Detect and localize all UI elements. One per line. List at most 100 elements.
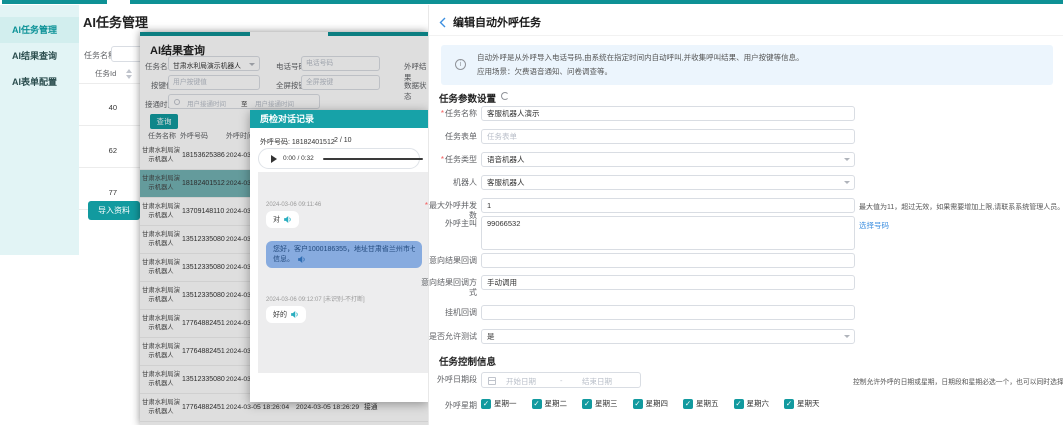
required-mark: * — [441, 155, 444, 164]
qc-phone-value: 18182401512 — [292, 139, 335, 146]
edit-outbound-task-page: 编辑自动外呼任务 i 自动外呼是从外呼导入电话号码,由系统在指定时间内自动呼叫,… — [428, 5, 1063, 425]
intent-callback-mode-select[interactable] — [481, 275, 855, 290]
form-row-robot: 机器人 — [429, 175, 1063, 191]
sidebar: AI任务管理 AI结果查询 AI表单配置 — [0, 5, 79, 425]
app-root: AI任务管理 AI结果查询 AI表单配置 AI任务管理 任务名称 任务Id 40… — [0, 0, 1063, 425]
checkbox-checked-icon[interactable]: ✓ — [734, 399, 744, 409]
checkbox-checked-icon[interactable]: ✓ — [582, 399, 592, 409]
field-label: 是否允许测试 — [421, 332, 477, 342]
sidebar-item-ai-form-config[interactable]: AI表单配置 — [0, 69, 79, 95]
form-row-allow-test: 是否允许测试 — [429, 329, 1063, 345]
field-label: 意向结果回调方式 — [421, 278, 477, 298]
chat-timestamp: 2024-03-06 09:11:46 — [266, 202, 428, 208]
weekday-checkbox-item[interactable]: ✓星期四 — [633, 398, 669, 409]
weekday-checkbox-item[interactable]: ✓星期二 — [532, 398, 568, 409]
page-title-task-management: AI任务管理 — [83, 12, 148, 31]
chat-bubble-white: 好的 — [266, 306, 306, 323]
required-mark: * — [441, 109, 444, 118]
info-alert: i 自动外呼是从外呼导入电话号码,由系统在指定时间内自动呼叫,并收集呼叫结果、用… — [441, 45, 1053, 85]
progress-bar[interactable] — [323, 158, 423, 160]
calendar-icon — [488, 377, 496, 385]
checkbox-checked-icon[interactable]: ✓ — [532, 399, 542, 409]
import-data-button[interactable]: 导入资料 — [88, 201, 140, 220]
task-id-column-header[interactable]: 任务Id — [95, 68, 116, 79]
page-title-edit-task: 编辑自动外呼任务 — [453, 14, 541, 30]
field-label: 外呼主叫 — [421, 219, 477, 229]
task-name-field[interactable] — [481, 106, 855, 121]
field-label: 外呼星期 — [421, 401, 477, 411]
field-label: *任务名称 — [421, 109, 477, 119]
end-date-placeholder: 结束日期 — [582, 376, 612, 387]
robot-select[interactable] — [481, 175, 855, 190]
field-label: 机器人 — [421, 178, 477, 188]
qc-dialog: 质检对话记录 外呼号码: 18182401512 2 / 10 0:00 / 0… — [250, 110, 428, 402]
qc-dialog-header: 质检对话记录 — [250, 110, 428, 128]
qc-phone-label: 外呼号码: — [260, 139, 290, 146]
field-label: *任务类型 — [421, 155, 477, 165]
max-concurrency-field[interactable] — [481, 198, 855, 213]
required-mark: * — [425, 201, 428, 210]
speaker-icon[interactable] — [297, 255, 306, 264]
refresh-icon[interactable] — [501, 92, 509, 100]
date-range-hint: 控制允许外呼的日期或星期，日期段和星期必选一个，也可以同时选择 — [853, 376, 1063, 386]
weekday-checkboxes: ✓星期一✓星期二✓星期三✓星期四✓星期五✓星期六✓星期天 — [481, 398, 835, 409]
select-number-link[interactable]: 选择号码 — [859, 220, 889, 231]
weekday-checkbox-item[interactable]: ✓星期一 — [481, 398, 517, 409]
chat-bubble-white: 对 — [266, 211, 299, 228]
sidebar-item-ai-result-query[interactable]: AI结果查询 — [0, 43, 79, 69]
qc-pager: 2 / 10 — [334, 137, 352, 144]
chat-bubble-blue: 您好，客户1000186355，地址甘肃省兰州市七里河区西信息。 — [266, 241, 422, 268]
weekday-checkbox-item[interactable]: ✓星期三 — [582, 398, 618, 409]
field-label: 挂机回调 — [421, 308, 477, 318]
section-title-task-params: 任务参数设置 — [439, 91, 496, 105]
checkbox-checked-icon[interactable]: ✓ — [633, 399, 643, 409]
weekday-label: 星期四 — [646, 398, 669, 409]
top-accent-bar-left — [2, 0, 107, 4]
divider — [79, 167, 140, 168]
hangup-callback-field[interactable] — [481, 305, 855, 320]
weekday-checkbox-item[interactable]: ✓星期天 — [784, 398, 820, 409]
task-id-cell: 77 — [87, 188, 117, 197]
info-line1: 自动外呼是从外呼导入电话号码,由系统在指定时间内自动呼叫,并收集呼叫结果、用户按… — [477, 51, 804, 65]
task-id-cell: 40 — [87, 103, 117, 112]
weekday-label: 星期二 — [545, 398, 568, 409]
weekday-checkbox-item[interactable]: ✓星期五 — [683, 398, 719, 409]
player-time: 0:00 / 0:32 — [283, 155, 314, 162]
field-label: 意向结果回调 — [421, 256, 477, 266]
qc-phone-line: 外呼号码: 18182401512 — [260, 137, 335, 147]
weekday-label: 星期五 — [696, 398, 719, 409]
checkbox-checked-icon[interactable]: ✓ — [683, 399, 693, 409]
form-row-task-name: *任务名称 — [429, 106, 1063, 122]
task-type-select[interactable] — [481, 152, 855, 167]
form-row-max-concurrency: *最大外呼并发数 最大值为11，超过无效，如果需要增加上限,请联系系统管理人员。 — [429, 198, 1063, 214]
back-icon[interactable] — [439, 15, 446, 33]
form-row-task-form: 任务表单 — [429, 129, 1063, 145]
weekday-label: 星期一 — [494, 398, 517, 409]
section-title-task-control: 任务控制信息 — [439, 354, 496, 368]
audio-player[interactable]: 0:00 / 0:32 — [258, 148, 420, 169]
field-label: 外呼日期段 — [421, 375, 477, 385]
allow-test-select[interactable] — [481, 329, 855, 344]
max-concurrency-hint: 最大值为11，超过无效，如果需要增加上限,请联系系统管理人员。 — [859, 202, 1063, 212]
intent-callback-field[interactable] — [481, 253, 855, 268]
checkbox-checked-icon[interactable]: ✓ — [481, 399, 491, 409]
checkbox-checked-icon[interactable]: ✓ — [784, 399, 794, 409]
speaker-icon[interactable] — [283, 215, 292, 224]
form-row-weekdays: 外呼星期 ✓星期一✓星期二✓星期三✓星期四✓星期五✓星期六✓星期天 — [429, 398, 1063, 414]
date-separator: - — [560, 376, 563, 385]
form-row-intent-callback-mode: 意向结果回调方式 — [429, 275, 1063, 291]
play-icon[interactable] — [271, 155, 277, 163]
form-row-hangup-callback: 挂机回调 — [429, 305, 1063, 321]
task-form-field[interactable] — [481, 129, 855, 144]
sidebar-item-ai-task-management[interactable]: AI任务管理 — [0, 17, 79, 43]
qc-dialog-title: 质检对话记录 — [260, 110, 314, 128]
caller-number-textarea[interactable]: 99066532 — [481, 216, 855, 250]
date-range-picker[interactable]: 开始日期 - 结束日期 — [481, 372, 641, 388]
chat-area: 2024-03-06 09:11:46 对您好，客户1000186355，地址甘肃… — [258, 172, 428, 373]
divider — [79, 125, 140, 126]
weekday-checkbox-item[interactable]: ✓星期六 — [734, 398, 770, 409]
chevron-down-icon — [844, 181, 850, 187]
sort-icon[interactable] — [126, 69, 132, 79]
form-row-intent-callback: 意向结果回调 — [429, 253, 1063, 269]
speaker-icon[interactable] — [290, 310, 299, 319]
